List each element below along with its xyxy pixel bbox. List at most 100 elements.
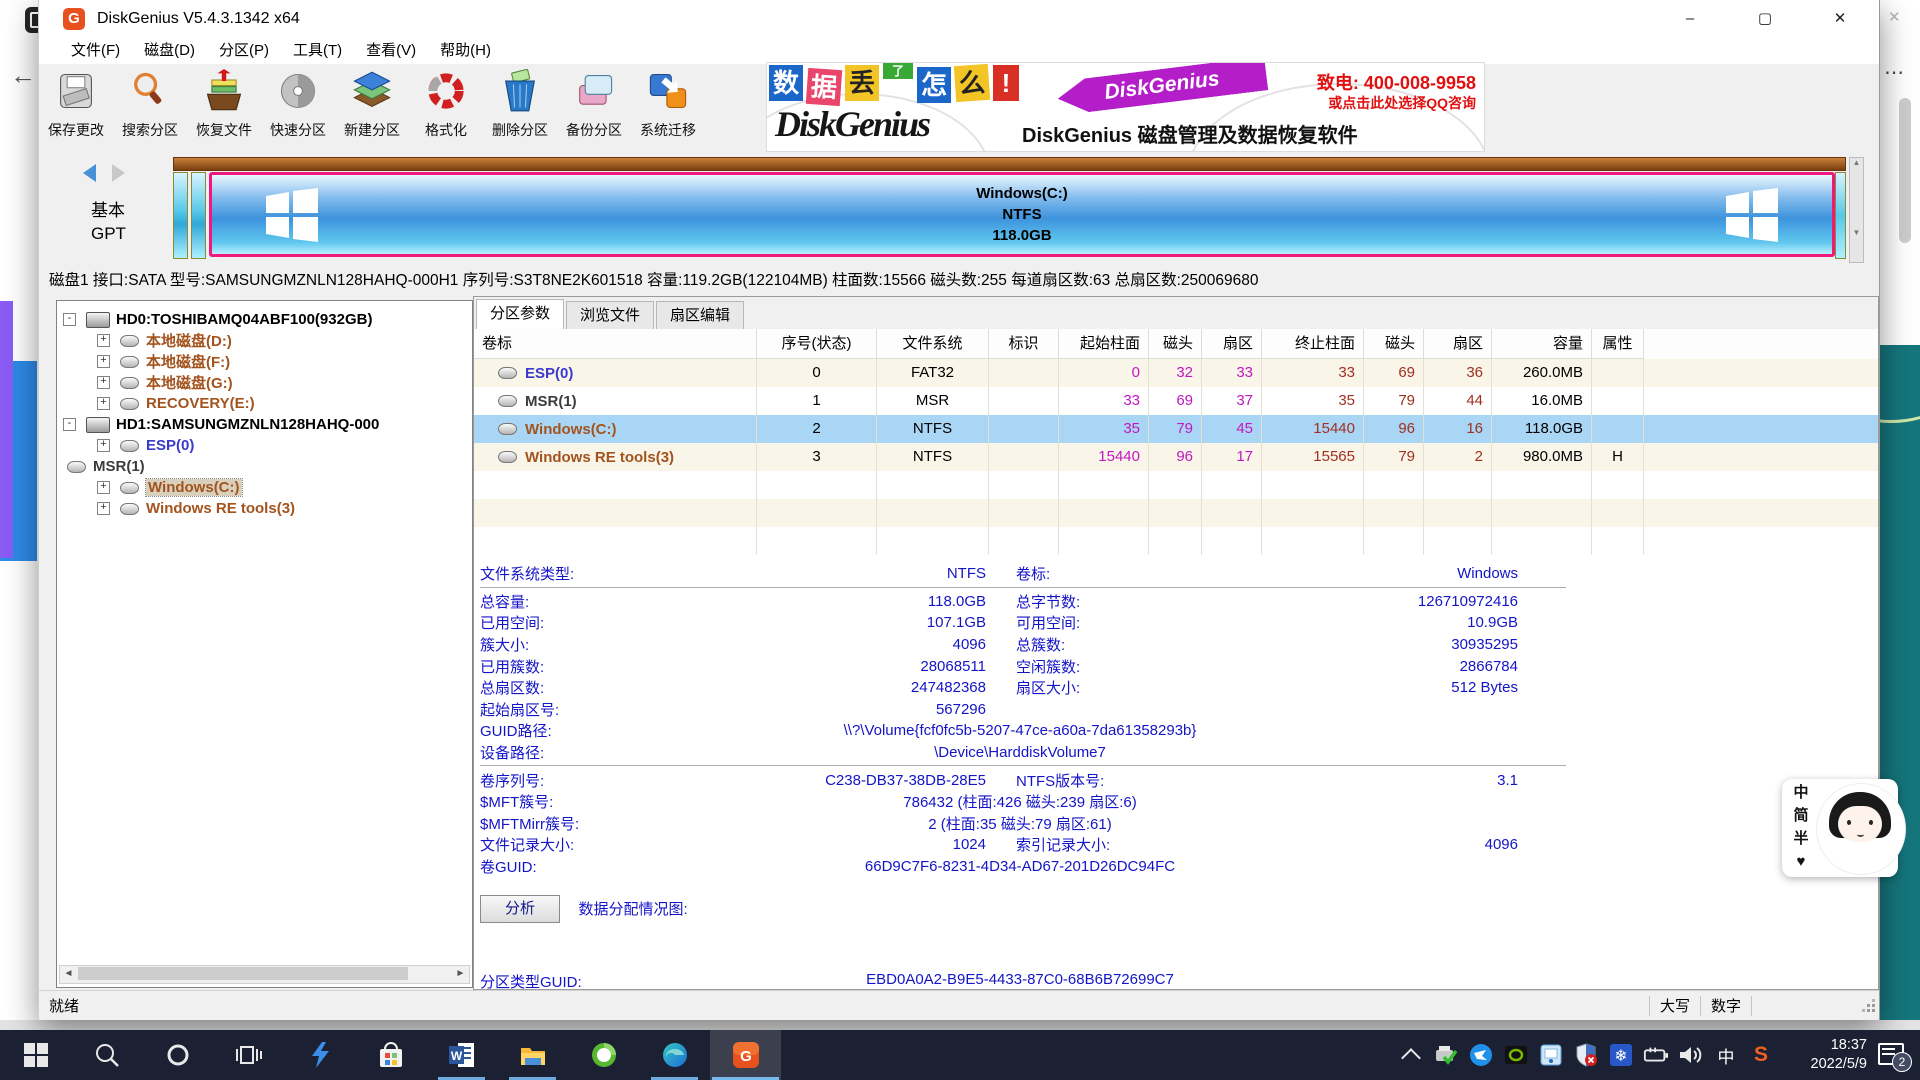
- start-button[interactable]: [0, 1030, 71, 1080]
- task-view-button[interactable]: [213, 1030, 284, 1080]
- menu-file[interactable]: 文件(F): [59, 38, 132, 64]
- menu-tools[interactable]: 工具(T): [281, 38, 354, 64]
- menu-view[interactable]: 查看(V): [354, 38, 428, 64]
- disk-graph-scrollbar[interactable]: ▲▼: [1849, 157, 1864, 263]
- menu-partition[interactable]: 分区(P): [207, 38, 281, 64]
- partition-bar-msr[interactable]: [191, 172, 206, 259]
- hard-disk-icon: [86, 312, 110, 328]
- expand-toggle[interactable]: +: [97, 502, 110, 515]
- expand-toggle[interactable]: +: [97, 334, 110, 347]
- scrollbar-thumb[interactable]: [78, 967, 408, 980]
- tree-item-local-d[interactable]: + 本地磁盘(D:): [57, 330, 472, 351]
- menu-disk[interactable]: 磁盘(D): [132, 38, 207, 64]
- table-row-windows-c[interactable]: Windows(C:) 2NTFS 357945 154409616 118.0…: [474, 415, 1878, 443]
- desktop-strip: [0, 1020, 1920, 1030]
- taskbar-clock[interactable]: 18:37 2022/5/9: [1783, 1036, 1867, 1074]
- tree-horizontal-scrollbar[interactable]: ◄ ►: [59, 965, 470, 984]
- tree-item-msr[interactable]: MSR(1): [57, 456, 472, 477]
- tray-volume-icon[interactable]: [1678, 1042, 1704, 1068]
- expand-toggle[interactable]: +: [97, 439, 110, 452]
- prev-disk-icon[interactable]: [83, 164, 96, 182]
- quick-partition-button[interactable]: 快速分区: [261, 66, 335, 148]
- tree-item-local-g[interactable]: + 本地磁盘(G:): [57, 372, 472, 393]
- tree-item-esp[interactable]: + ESP(0): [57, 435, 472, 456]
- expand-toggle[interactable]: +: [97, 397, 110, 410]
- expand-toggle[interactable]: +: [97, 355, 110, 368]
- table-row-msr[interactable]: MSR(1) 1MSR 336937 357944 16.0MB: [474, 387, 1878, 415]
- tree-item-local-f[interactable]: + 本地磁盘(F:): [57, 351, 472, 372]
- sogou-heart-icon[interactable]: ♥: [1788, 850, 1814, 873]
- resize-grip[interactable]: [1862, 999, 1876, 1013]
- partition-graph: Windows(C:) NTFS 118.0GB: [173, 157, 1846, 261]
- table-row-esp[interactable]: ESP(0) 0FAT32 03233 336936 260.0MB: [474, 359, 1878, 387]
- tray-nvidia-icon[interactable]: [1503, 1042, 1529, 1068]
- tree-item-hd0[interactable]: - HD0:TOSHIBAMQ04ABF100(932GB): [57, 309, 472, 330]
- expand-toggle[interactable]: +: [97, 481, 110, 494]
- partition-bar-re-tools[interactable]: [1835, 172, 1846, 259]
- taskbar-search-button[interactable]: [71, 1030, 142, 1080]
- tray-snowflake-icon[interactable]: ❄: [1608, 1042, 1634, 1068]
- taskbar-app-edge[interactable]: [639, 1030, 710, 1080]
- tab-sector-edit[interactable]: 扇区编辑: [656, 301, 744, 330]
- system-migrate-button[interactable]: 系统迁移: [631, 66, 705, 148]
- tab-partition-params[interactable]: 分区参数: [476, 299, 564, 330]
- banner-qq-link[interactable]: 或点击此处选择QQ咨询: [1328, 93, 1476, 113]
- backup-partition-button[interactable]: 备份分区: [557, 66, 631, 148]
- new-partition-button[interactable]: 新建分区: [335, 66, 409, 148]
- save-changes-button[interactable]: 保存更改: [39, 66, 113, 148]
- tray-feishu-icon[interactable]: [1468, 1042, 1494, 1068]
- sogou-mode-cn[interactable]: 中: [1788, 781, 1814, 804]
- menu-help[interactable]: 帮助(H): [428, 38, 503, 64]
- tree-item-windows-re[interactable]: + Windows RE tools(3): [57, 498, 472, 519]
- svg-text:❄: ❄: [1614, 1048, 1627, 1065]
- taskbar-app-thunder[interactable]: [284, 1030, 355, 1080]
- recover-files-button[interactable]: 恢复文件: [187, 66, 261, 148]
- scroll-left-icon[interactable]: ◄: [60, 966, 77, 981]
- partition-tree-panel: - HD0:TOSHIBAMQ04ABF100(932GB) + 本地磁盘(D:…: [56, 300, 473, 988]
- taskbar-app-store[interactable]: [355, 1030, 426, 1080]
- tab-browse-files[interactable]: 浏览文件: [566, 301, 654, 330]
- next-disk-icon[interactable]: [112, 164, 125, 182]
- table-header: 卷标 序号(状态) 文件系统 标识 起始柱面 磁头 扇区 终止柱面 磁头 扇区 …: [474, 329, 1878, 359]
- expand-toggle[interactable]: -: [63, 313, 76, 326]
- tray-battery-icon[interactable]: [1643, 1042, 1669, 1068]
- close-button[interactable]: ✕: [1811, 0, 1869, 38]
- ad-banner[interactable]: 数 据 丢 了 怎 么 ! DiskGenius DiskGenius 致电: …: [766, 62, 1485, 152]
- table-row-windows-re[interactable]: Windows RE tools(3) 3NTFS 154409617 1556…: [474, 443, 1878, 471]
- delete-partition-button[interactable]: 删除分区: [483, 66, 557, 148]
- task bar-app-explorer[interactable]: [497, 1030, 568, 1080]
- tray-printer-icon[interactable]: [1433, 1042, 1459, 1068]
- gpt-header-strip: [173, 157, 1846, 171]
- backup-partition-icon: [572, 100, 616, 117]
- expand-toggle[interactable]: -: [63, 418, 76, 431]
- sogou-ime-widget[interactable]: 中 简 半 ♥: [1782, 779, 1898, 877]
- taskbar-app-word[interactable]: W: [426, 1030, 497, 1080]
- tree-item-windows-c[interactable]: + Windows(C:): [57, 477, 472, 498]
- search-partition-button[interactable]: 搜索分区: [113, 66, 187, 148]
- maximize-button[interactable]: ▢: [1736, 0, 1794, 38]
- partition-icon: [120, 335, 139, 347]
- hidden-icons-chevron[interactable]: [1398, 1042, 1424, 1068]
- title-bar[interactable]: G DiskGenius V5.4.3.1342 x64 – ▢ ✕: [39, 0, 1879, 38]
- notification-center-button[interactable]: 2: [1876, 1041, 1910, 1069]
- expand-toggle[interactable]: +: [97, 376, 110, 389]
- sogou-mode-simplified[interactable]: 简: [1788, 804, 1814, 827]
- scroll-right-icon[interactable]: ►: [452, 966, 469, 981]
- minimize-button[interactable]: –: [1661, 0, 1719, 38]
- analyze-button[interactable]: 分析: [480, 895, 560, 923]
- partition-bar-windows-c[interactable]: Windows(C:) NTFS 118.0GB: [209, 172, 1835, 257]
- tray-intel-graphics-icon[interactable]: [1538, 1042, 1564, 1068]
- lightning-icon: [306, 1041, 334, 1069]
- tree-item-recovery-e[interactable]: + RECOVERY(E:): [57, 393, 472, 414]
- taskbar-app-360browser[interactable]: [568, 1030, 639, 1080]
- taskbar-app-diskgenius[interactable]: G: [710, 1030, 781, 1080]
- tree-item-hd1[interactable]: - HD1:SAMSUNGMZNLN128HAHQ-000: [57, 414, 472, 435]
- partition-bar-esp[interactable]: [173, 172, 188, 259]
- sogou-mode-halfwidth[interactable]: 半: [1788, 827, 1814, 850]
- tray-security-shield-icon[interactable]: [1573, 1042, 1599, 1068]
- tray-ime-indicator[interactable]: 中: [1713, 1042, 1739, 1068]
- content-area: - HD0:TOSHIBAMQ04ABF100(932GB) + 本地磁盘(D:…: [39, 296, 1879, 990]
- cortana-button[interactable]: [142, 1030, 213, 1080]
- tray-sogou-icon[interactable]: S: [1748, 1042, 1774, 1068]
- format-button[interactable]: 格式化: [409, 66, 483, 148]
